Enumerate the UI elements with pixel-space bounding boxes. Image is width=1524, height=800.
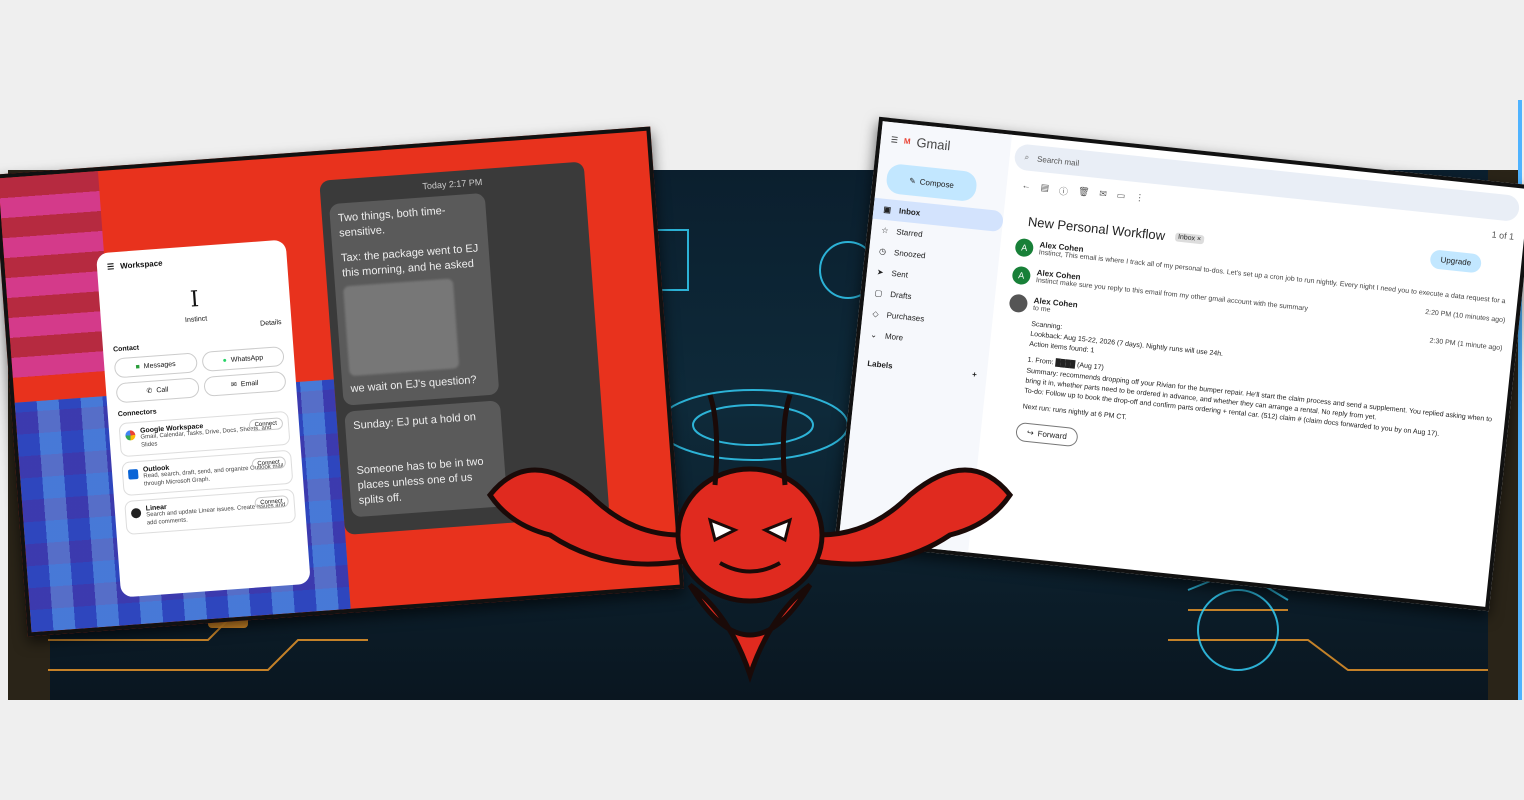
labels-header: Labels + xyxy=(856,352,987,386)
whatsapp-label: WhatsApp xyxy=(230,354,264,364)
menu-icon[interactable]: ☰ xyxy=(107,262,115,272)
gmail-logo-icon: M xyxy=(903,136,912,147)
pixel-art-top xyxy=(0,171,113,378)
connector-linear: Linear Search and update Linear issues. C… xyxy=(124,488,297,535)
nav-label: Starred xyxy=(895,227,923,239)
labels-label: Labels xyxy=(866,358,894,371)
call-button[interactable]: ✆ Call xyxy=(115,377,200,404)
nav-label: Purchases xyxy=(886,310,925,324)
lobster-mascot xyxy=(486,394,1014,683)
connect-google-button[interactable]: Connect xyxy=(248,417,284,432)
linear-icon xyxy=(130,507,142,519)
connect-outlook-button[interactable]: Connect xyxy=(251,456,287,471)
phone-icon: ✆ xyxy=(146,387,153,396)
email-label: Email xyxy=(240,379,259,388)
back-icon[interactable]: ← xyxy=(1021,180,1031,194)
pencil-icon: ✎ xyxy=(908,175,917,186)
avatar-photo xyxy=(1008,293,1029,314)
call-label: Call xyxy=(156,386,169,394)
trash-icon[interactable]: 🗑 xyxy=(1077,186,1090,200)
draft-icon: ▢ xyxy=(874,288,883,299)
report-icon[interactable]: ⓘ xyxy=(1058,184,1068,198)
message-bubble: Two things, both time-sensitive. Tax: th… xyxy=(328,192,500,406)
google-icon xyxy=(125,430,136,441)
inbox-chip[interactable]: Inbox × xyxy=(1174,232,1205,245)
archive-icon[interactable]: ▤ xyxy=(1040,182,1050,196)
outlook-icon xyxy=(127,468,139,480)
message-text: Two things, both time-sensitive. xyxy=(337,204,446,240)
workspace-title: Workspace xyxy=(119,258,163,271)
chat-timestamp: Today 2:17 PM xyxy=(422,176,483,192)
mail-icon: ✉ xyxy=(230,381,238,389)
nav-label: Drafts xyxy=(889,289,912,302)
page-count: 1 of 1 xyxy=(1491,229,1515,242)
avatar: A xyxy=(1014,237,1035,258)
send-icon: ➤ xyxy=(876,267,885,278)
more-icon[interactable]: ⋮ xyxy=(1134,192,1145,206)
message-text: Tax: the package went to EJ this morning… xyxy=(340,242,479,279)
contact-buttons: ■ Messages ● WhatsApp ✆ Call ✉ Email xyxy=(113,345,287,404)
menu-icon[interactable]: ☰ xyxy=(890,135,898,145)
clock-icon: ◷ xyxy=(878,246,887,257)
nav-label: More xyxy=(884,331,904,343)
workspace-card: ☰ Workspace I Instinct Details Contact ■… xyxy=(95,239,311,598)
search-placeholder: Search mail xyxy=(1036,154,1080,168)
nav-label: Snoozed xyxy=(893,248,926,261)
star-icon: ☆ xyxy=(880,225,889,236)
avatar: A xyxy=(1011,265,1032,286)
gmail-main: ⌕ Search mail ← ▤ ⓘ 🗑 ✉ ▭ ⋮ 1 of 1 Upgrad… xyxy=(973,135,1524,607)
mail-icon[interactable]: ✉ xyxy=(1099,188,1108,202)
redacted-block xyxy=(343,278,460,377)
plus-icon[interactable]: + xyxy=(972,370,978,379)
messages-label: Messages xyxy=(143,360,176,370)
nav-label: Inbox xyxy=(898,206,921,218)
inbox-icon: ▣ xyxy=(883,204,892,215)
workspace-header: ☰ Workspace xyxy=(107,250,277,272)
collage: ☰ Workspace I Instinct Details Contact ■… xyxy=(0,0,1524,800)
message-time: 2:30 PM (1 minute ago) xyxy=(1429,337,1503,353)
connector-google: Google Workspace Gmail, Calendar, Tasks, … xyxy=(118,410,291,458)
messages-icon: ■ xyxy=(135,363,141,371)
messages-button[interactable]: ■ Messages xyxy=(113,352,198,379)
connect-linear-button[interactable]: Connect xyxy=(253,495,290,510)
connector-outlook: Outlook Read, search, draft, send, and or… xyxy=(121,449,294,497)
tag-icon: ◇ xyxy=(872,309,880,319)
subject-text: New Personal Workflow xyxy=(1027,213,1166,244)
gmail-brand: ☰ M Gmail xyxy=(879,121,1012,169)
whatsapp-icon: ● xyxy=(222,356,228,364)
nav-label: Sent xyxy=(891,268,909,280)
email-button[interactable]: ✉ Email xyxy=(202,370,287,397)
body-text: (Aug 17) xyxy=(1076,362,1105,373)
message-time: 2:20 PM (10 minutes ago) xyxy=(1424,308,1506,325)
body-text: 1. From: xyxy=(1027,357,1054,367)
folder-icon[interactable]: ▭ xyxy=(1116,190,1126,204)
compose-label: Compose xyxy=(919,176,955,190)
search-icon: ⌕ xyxy=(1024,152,1030,162)
whatsapp-button[interactable]: ● WhatsApp xyxy=(200,345,285,372)
gmail-name: Gmail xyxy=(915,134,952,154)
compose-button[interactable]: ✎ Compose xyxy=(885,162,978,203)
chevron-down-icon: ⌄ xyxy=(869,330,878,340)
forward-label: Forward xyxy=(1037,429,1068,442)
